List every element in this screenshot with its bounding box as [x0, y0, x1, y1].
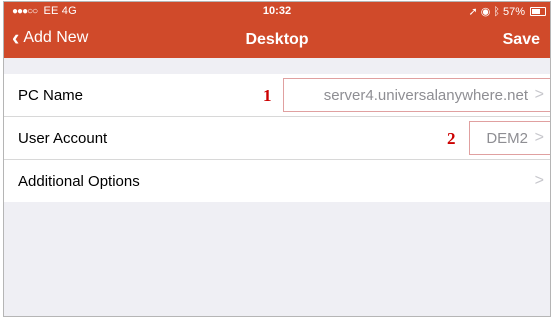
row-additional-options[interactable]: Additional Options > — [4, 160, 550, 202]
row-label: PC Name — [18, 86, 84, 104]
battery-percent: 57% — [502, 5, 525, 18]
row-label: User Account — [18, 129, 108, 147]
save-button[interactable]: Save — [503, 31, 540, 49]
annotation-box-1 — [283, 78, 550, 112]
app-screen: ●●●○○ EE 4G 10:32 ➚ ◉ ᛒ 57% ‹ Add New De… — [3, 1, 551, 317]
bluetooth-icon: ᛒ — [493, 5, 500, 18]
status-indicators: ➚ ◉ ᛒ 57% — [469, 5, 546, 18]
location-arrow-icon: ➚ — [468, 6, 478, 18]
row-label: Additional Options — [18, 172, 140, 190]
chevron-right-icon: > — [534, 172, 544, 189]
navigation-bar: ●●●○○ EE 4G 10:32 ➚ ◉ ᛒ 57% ‹ Add New De… — [4, 2, 550, 58]
battery-level — [532, 9, 540, 14]
alarm-icon: ◉ — [480, 6, 491, 18]
annotation-number-2: 2 — [447, 129, 456, 148]
annotation-number-1: 1 — [263, 86, 272, 105]
page-title: Desktop — [245, 31, 309, 48]
annotation-box-2 — [469, 121, 550, 155]
battery-icon — [530, 7, 546, 16]
